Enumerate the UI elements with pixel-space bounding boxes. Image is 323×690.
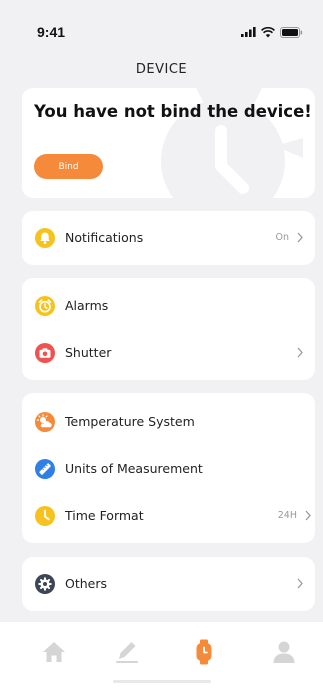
home-indicator [113, 680, 211, 683]
time-format-label: Time Format [65, 508, 144, 523]
page-title: DEVICE [135, 62, 188, 77]
settings-card: Temperature System Units of Measurement … [22, 393, 315, 543]
edit-icon[interactable] [113, 638, 141, 666]
chevron-right-icon [297, 578, 303, 589]
bind-button[interactable]: Bind [34, 154, 103, 179]
others-row[interactable]: Others [22, 564, 315, 604]
bell-icon [35, 228, 55, 248]
wifi-icon [261, 26, 275, 37]
alarms-label: Alarms [65, 298, 109, 313]
notifications-status: On [275, 232, 290, 243]
home-icon[interactable] [40, 638, 68, 666]
status-time: 9:41 [37, 24, 66, 40]
chevron-right-icon [305, 510, 311, 521]
not-bound-message: You have not bind the device! [34, 102, 312, 121]
watch-icon[interactable] [190, 638, 218, 666]
ruler-icon [35, 459, 55, 479]
notifications-row[interactable]: Notifications On [22, 218, 315, 258]
chevron-right-icon [297, 347, 303, 358]
battery-icon [280, 26, 303, 38]
temperature-system-label: Temperature System [65, 414, 195, 429]
notifications-card: Notifications On [22, 211, 315, 265]
device-bind-card: You have not bind the device! Bind [22, 88, 315, 198]
others-card: Others [22, 557, 315, 611]
shutter-label: Shutter [65, 345, 112, 360]
gear-icon [35, 574, 55, 594]
clock-icon [35, 506, 55, 526]
status-icons [241, 26, 303, 38]
weather-icon [35, 412, 55, 432]
status-bar: 9:41 [0, 0, 323, 56]
shutter-row[interactable]: Shutter [22, 333, 315, 373]
units-of-measurement-label: Units of Measurement [65, 461, 203, 476]
units-of-measurement-row[interactable]: Units of Measurement [22, 449, 315, 489]
signal-icon [241, 27, 256, 37]
chevron-right-icon [297, 232, 303, 243]
time-format-value: 24H [277, 510, 297, 521]
time-format-row[interactable]: Time Format 24H [22, 496, 315, 536]
notifications-label: Notifications [65, 230, 144, 245]
alarm-clock-icon [35, 296, 55, 316]
alarms-card: Alarms Shutter [22, 278, 315, 380]
profile-icon[interactable] [270, 638, 298, 666]
temperature-system-row[interactable]: Temperature System [22, 402, 315, 442]
camera-icon [35, 343, 55, 363]
others-label: Others [65, 576, 108, 591]
alarms-row[interactable]: Alarms [22, 286, 315, 326]
